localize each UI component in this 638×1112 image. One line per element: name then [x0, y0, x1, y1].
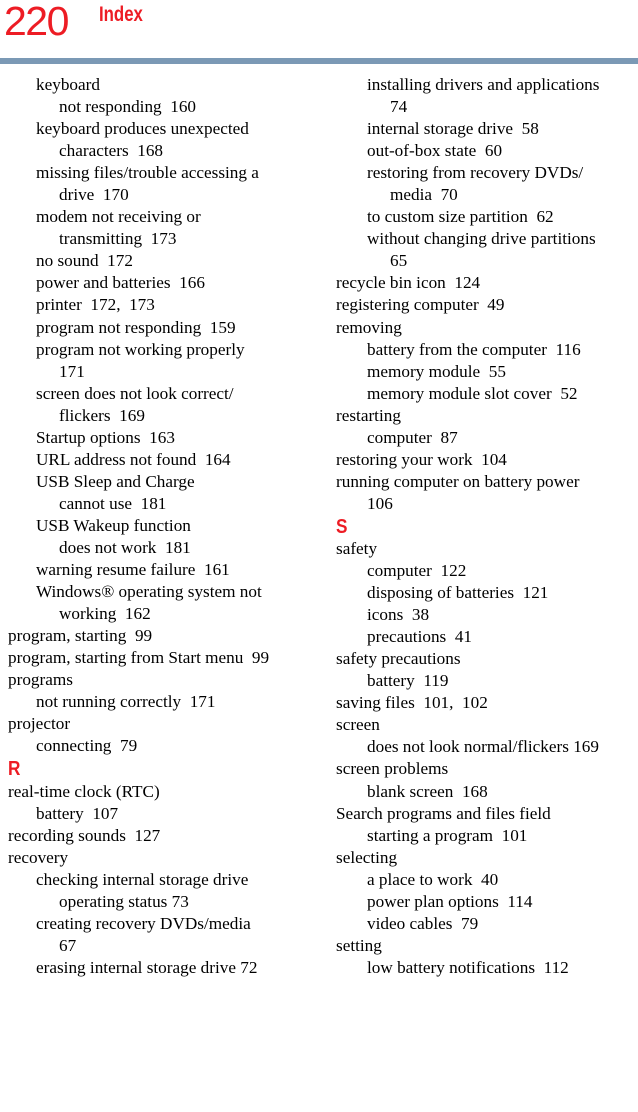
index-entry: working 162 [59, 604, 151, 624]
index-entry: checking internal storage drive [36, 869, 249, 889]
index-entry: video cables 79 [367, 913, 479, 933]
index-entry: projector [8, 714, 71, 734]
page-title: Index [99, 3, 143, 26]
index-entry: transmitting 173 [59, 229, 177, 249]
index-entry: program, starting 99 [8, 626, 153, 646]
index-entry: screen does not look correct/ [36, 383, 234, 403]
index-entry: real-time clock (RTC) [8, 781, 160, 801]
index-entry: computer 87 [367, 427, 458, 447]
header-divider-rule [0, 58, 638, 64]
index-entry: keyboard produces unexpected [36, 119, 249, 139]
index-entry: missing files/trouble accessing a [36, 163, 259, 183]
index-entry: screen [336, 715, 380, 735]
index-entry: setting [336, 935, 382, 955]
index-entry: 74 [390, 97, 408, 117]
index-column-right: installing drivers and applications 74 int… [336, 74, 638, 979]
index-entry: Startup options 163 [36, 427, 175, 447]
index-entry: restarting [336, 405, 401, 425]
index-entry: does not look normal/flickers 169 [367, 737, 599, 757]
index-entry: without changing drive partitions [367, 229, 596, 249]
index-entry: Search programs and files field [336, 803, 551, 823]
index-entry: not running correctly 171 [36, 692, 216, 712]
index-entry: 171 [59, 361, 85, 381]
index-entry: memory module 55 [367, 361, 506, 381]
index-entry: battery 107 [36, 803, 119, 823]
index-entry: cannot use 181 [59, 493, 167, 513]
page-number: 220 [4, 0, 69, 44]
index-entry: printer 172, 173 [36, 295, 155, 315]
index-entry: program, starting from Start menu 99 [8, 648, 270, 668]
section-letter-heading: R [8, 758, 21, 781]
index-entry: keyboard [36, 75, 100, 94]
index-entry: no sound 172 [36, 251, 133, 271]
index-entry: a place to work 40 [367, 869, 499, 889]
index-entry: selecting [336, 847, 398, 867]
index-entry: starting a program 101 [367, 825, 528, 845]
index-entry: removing [336, 317, 402, 337]
index-entry: power and batteries 166 [36, 273, 205, 293]
index-entry: blank screen 168 [367, 781, 488, 801]
index-entry: safety [336, 538, 378, 558]
index-entry: creating recovery DVDs/media [36, 913, 251, 933]
index-entry: drive 170 [59, 185, 129, 205]
page-header: 220 Index [0, 0, 638, 64]
index-entry: screen problems [336, 759, 449, 779]
index-entry: battery 119 [367, 671, 449, 691]
index-entry: program not working properly [36, 339, 245, 359]
index-entry: recording sounds 127 [8, 825, 161, 845]
index-entry: 65 [390, 251, 408, 271]
index-entry: recovery [8, 847, 69, 867]
index-entry: program not responding 159 [36, 317, 236, 337]
index-entry: flickers 169 [59, 405, 145, 425]
index-entry: to custom size partition 62 [367, 207, 554, 227]
index-entry: not responding 160 [59, 97, 197, 117]
index-entry: 67 [59, 935, 77, 955]
index-entry: modem not receiving or [36, 207, 201, 227]
index-column-left: keyboard not responding 160 keyboard produ… [8, 74, 310, 979]
index-entry: precautions 41 [367, 627, 473, 647]
section-letter-heading: S [336, 515, 348, 538]
index-entry: low battery notifications 112 [367, 957, 569, 977]
index-entry: programs [8, 670, 73, 690]
index-entry: restoring from recovery DVDs/ [367, 163, 584, 183]
index-entry: USB Wakeup function [36, 515, 191, 535]
index-entry: internal storage drive 58 [367, 119, 539, 139]
index-entry: disposing of batteries 121 [367, 583, 549, 603]
index-entry: memory module slot cover 52 [367, 383, 578, 403]
index-entry: operating status 73 [59, 891, 189, 911]
index-entry: power plan options 114 [367, 891, 533, 911]
index-entry: characters 168 [59, 141, 164, 161]
index-entry: does not work 181 [59, 537, 191, 557]
index-entry: connecting 79 [36, 736, 138, 756]
index-entry: computer 122 [367, 561, 467, 581]
index-entry: Windows® operating system not [36, 582, 262, 602]
index-entry: saving files 101, 102 [336, 693, 488, 713]
index-entry: installing drivers and applications [367, 75, 600, 94]
index-entry: safety precautions [336, 649, 461, 669]
index-entry: 106 [367, 493, 393, 513]
index-entry: running computer on battery power [336, 471, 580, 491]
index-entry: USB Sleep and Charge [36, 471, 195, 491]
index-entry: registering computer 49 [336, 295, 505, 315]
index-entry: battery from the computer 116 [367, 339, 581, 359]
index-entry: out-of-box state 60 [367, 141, 503, 161]
index-entry: restoring your work 104 [336, 449, 507, 469]
index-entry: warning resume failure 161 [36, 560, 230, 580]
index-entry: erasing internal storage drive 72 [36, 957, 258, 977]
index-entry: icons 38 [367, 605, 430, 625]
index-entry: recycle bin icon 124 [336, 273, 481, 293]
index-entry: media 70 [390, 185, 458, 205]
index-entry: URL address not found 164 [36, 449, 231, 469]
